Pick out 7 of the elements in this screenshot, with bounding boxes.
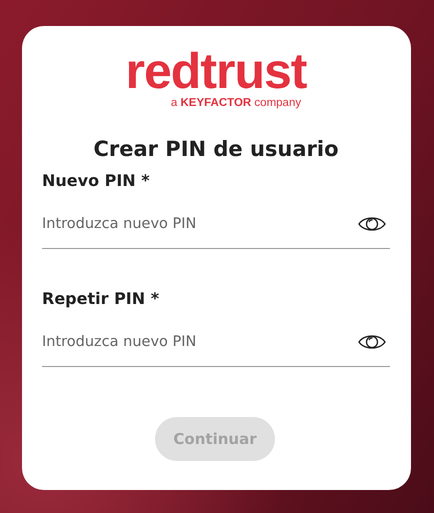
brand-logo: redtrust: [126, 48, 306, 94]
pin-field[interactable]: Introduzca nuevo PIN: [42, 216, 358, 232]
brand-tagline: a KEYFACTOR company: [170, 97, 302, 109]
field-label: Repetir PIN *: [42, 289, 160, 308]
field-label: Nuevo PIN *: [42, 171, 151, 190]
pin-field[interactable]: Introduzca nuevo PIN: [42, 334, 358, 350]
form-title: Crear PIN de usuario: [92, 137, 340, 161]
